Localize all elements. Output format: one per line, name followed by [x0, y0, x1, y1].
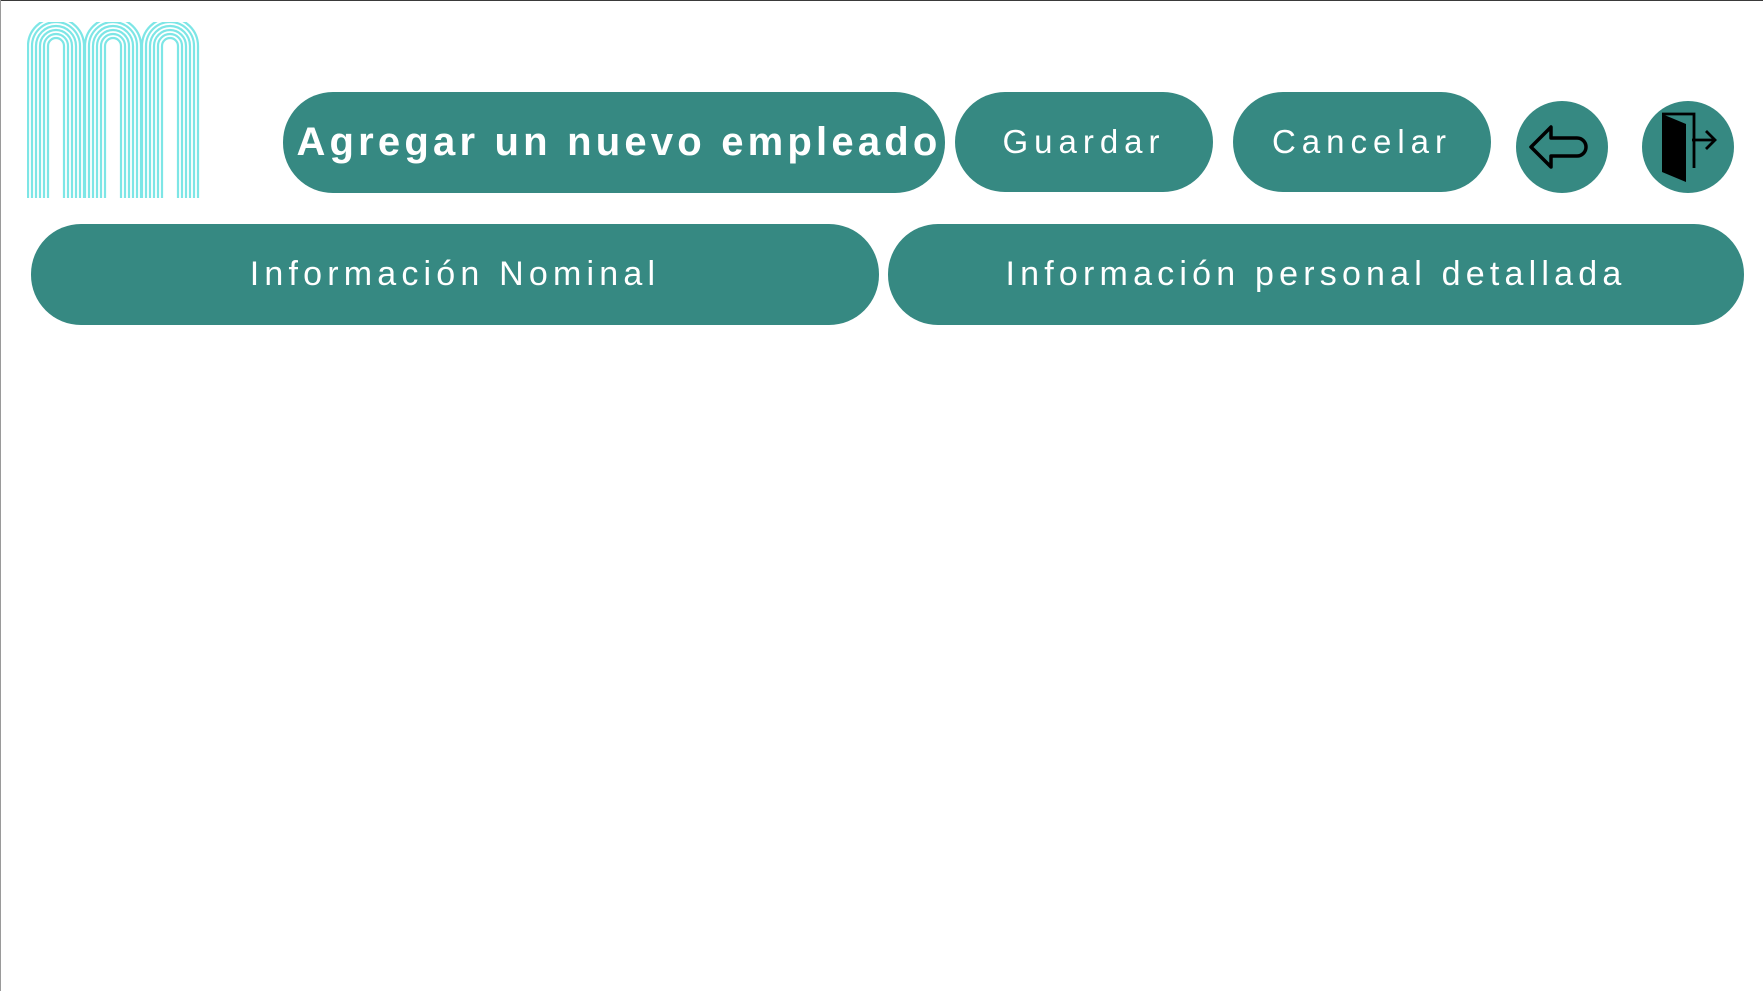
- window-top-border: [0, 0, 1763, 1]
- tab-nominal-info[interactable]: Información Nominal: [31, 224, 879, 325]
- cancel-button[interactable]: Cancelar: [1233, 92, 1491, 192]
- exit-button[interactable]: [1642, 101, 1734, 193]
- save-button-label: Guardar: [1002, 123, 1166, 160]
- save-button[interactable]: Guardar: [955, 92, 1213, 192]
- page-title-label: Agregar un nuevo empleado: [296, 120, 942, 164]
- tab-personal-info[interactable]: Información personal detallada: [888, 224, 1744, 325]
- page-title: Agregar un nuevo empleado: [283, 92, 945, 193]
- window-left-border: [0, 0, 1, 991]
- back-button[interactable]: [1516, 101, 1608, 193]
- company-logo: [26, 16, 209, 200]
- logo-arch: [34, 24, 78, 198]
- door-exit-icon: [1662, 112, 1717, 182]
- logo-arch: [148, 24, 192, 198]
- cancel-button-label: Cancelar: [1271, 123, 1453, 160]
- logo-arch: [160, 36, 180, 198]
- logo-arch: [46, 36, 66, 198]
- tab-personal-info-label: Información personal detallada: [1005, 255, 1627, 293]
- logo-arch: [103, 36, 123, 198]
- tab-nominal-info-label: Información Nominal: [249, 255, 661, 293]
- arrow-left-icon: [1529, 125, 1588, 169]
- logo-arch: [91, 24, 135, 198]
